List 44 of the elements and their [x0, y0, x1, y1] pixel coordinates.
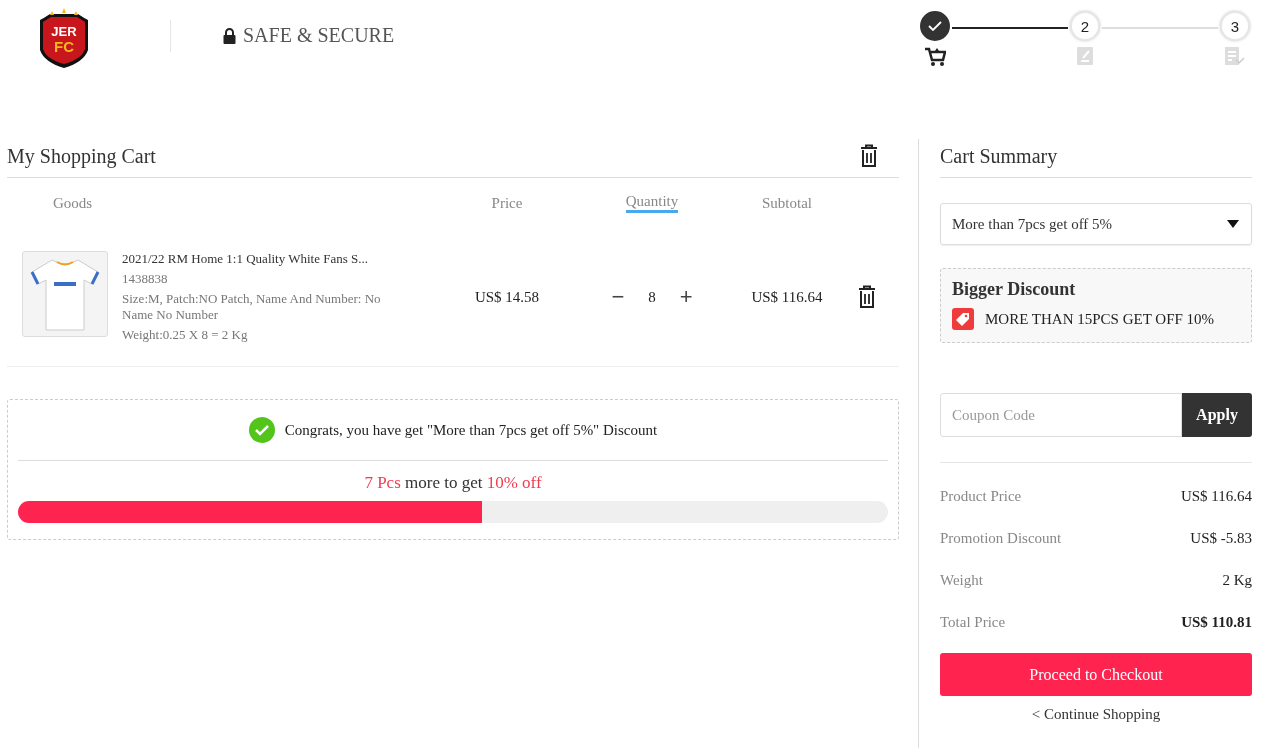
progress-message: 7 Pcs more to get 10% off	[363, 473, 543, 493]
tag-icon	[952, 308, 974, 330]
summary-value: 2 Kg	[1222, 571, 1252, 589]
caret-icon	[1227, 220, 1239, 228]
discount-offer: MORE THAN 15PCS GET OFF 10%	[985, 310, 1215, 328]
product-name[interactable]: 2021/22 RM Home 1:1 Quality White Fans S...	[122, 251, 392, 267]
coupon-input[interactable]: Coupon Code	[940, 393, 1182, 437]
secure-label: SAFE & SECURE	[243, 24, 395, 47]
check-circle-icon	[248, 417, 275, 443]
column-header: Price	[491, 194, 523, 212]
cart-title: My Shopping Cart	[7, 144, 156, 168]
continue-shopping-link[interactable]: < Continue Shopping	[1031, 706, 1161, 723]
trash-icon[interactable]	[859, 144, 879, 168]
summary-label: Promotion Discount	[940, 529, 1062, 547]
column-header: Goods	[53, 194, 93, 212]
summary-label: Weight	[940, 571, 983, 589]
decrement-button[interactable]: −	[609, 284, 627, 310]
product-weight: Weight:0.25 X 8 = 2 Kg	[122, 327, 249, 343]
checklist-icon	[1225, 47, 1245, 65]
product-options: Size:M, Patch:NO Patch, Name And Number: No Name No Number	[122, 291, 392, 323]
summary-label: Product Price	[940, 487, 1022, 505]
lock-icon	[223, 27, 236, 44]
bigger-discount-title: Bigger Discount	[952, 279, 1077, 300]
summary-value: US$ 110.81	[1181, 613, 1252, 631]
discount-dropdown[interactable]: More than 7pcs get off 5%	[940, 203, 1252, 245]
summary-title: Cart Summary	[940, 144, 1058, 168]
product-sku: 1438838	[122, 271, 169, 287]
document-edit-icon	[1077, 47, 1093, 65]
step-number: 3	[1220, 11, 1250, 41]
column-header: Subtotal	[762, 194, 812, 212]
increment-button[interactable]: +	[677, 284, 695, 310]
step-number: 2	[1070, 11, 1100, 41]
apply-button[interactable]: Apply	[1182, 393, 1252, 437]
summary-value: US$ -5.83	[1190, 529, 1252, 547]
subtotal-text: US$ 116.64	[751, 288, 823, 306]
price-text: US$ 14.58	[474, 288, 540, 306]
trash-icon[interactable]	[857, 285, 877, 309]
discount-message: Congrats, you have get "More than 7pcs get off 5%" Discount	[284, 421, 658, 439]
cart-icon	[924, 47, 946, 67]
quantity-value[interactable]: 8	[648, 288, 656, 306]
column-header: Quantity	[625, 193, 679, 213]
summary-label: Total Price	[940, 613, 1006, 631]
summary-value: US$ 116.64	[1180, 487, 1252, 505]
checkout-button[interactable]: Proceed to Checkout	[940, 653, 1252, 696]
